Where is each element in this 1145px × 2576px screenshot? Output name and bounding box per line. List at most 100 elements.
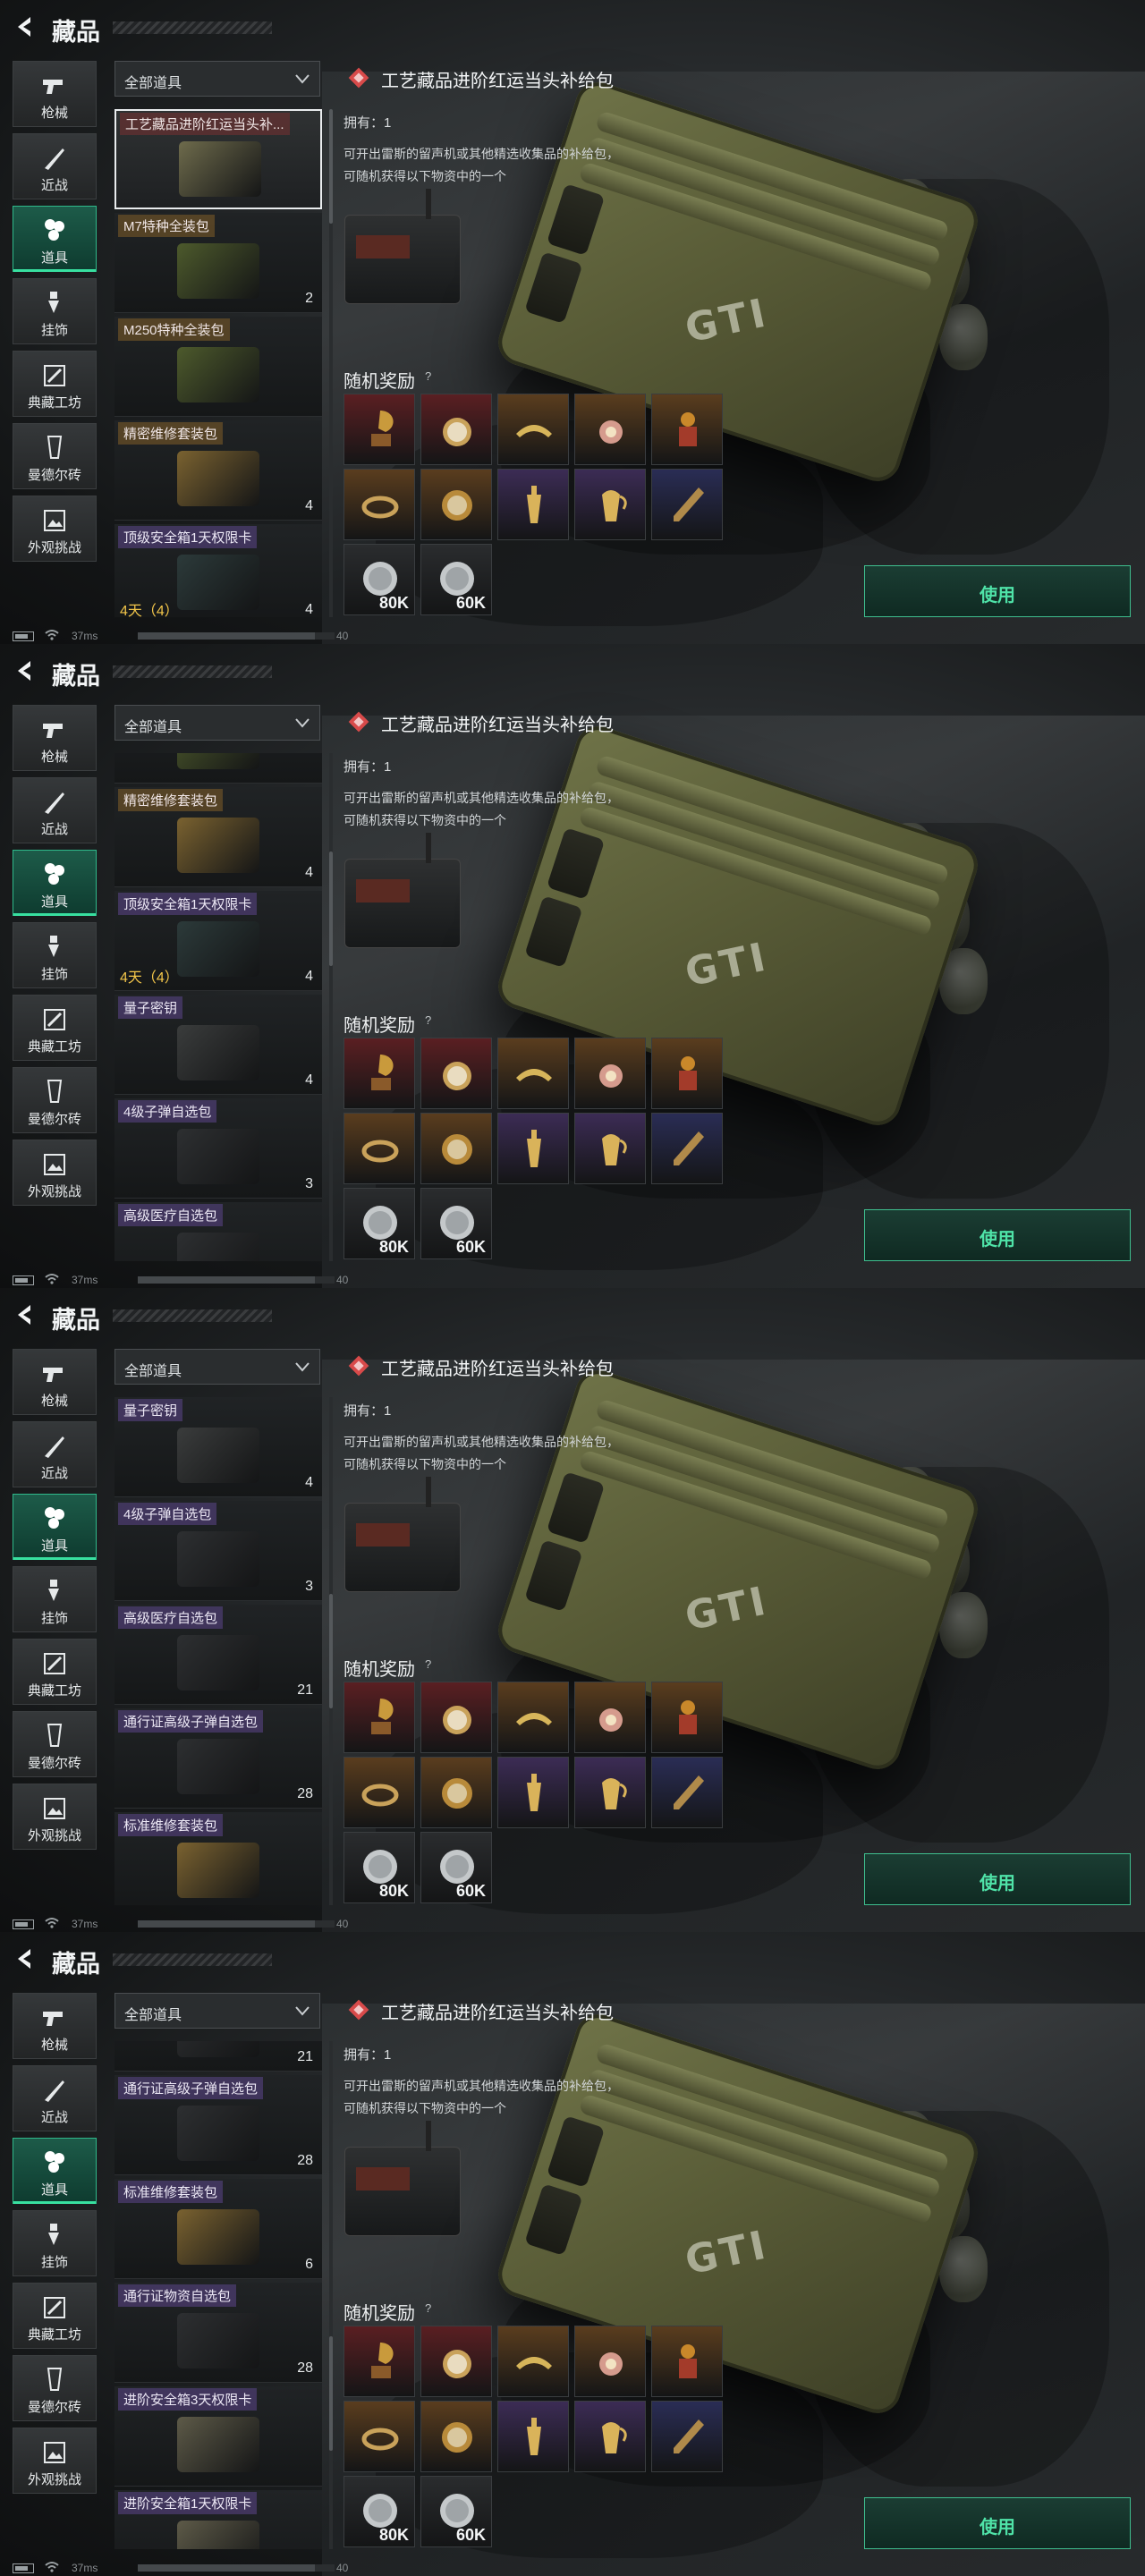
help-icon[interactable]: ? — [425, 1657, 431, 1671]
reward-item[interactable]: 60K — [420, 1832, 492, 1903]
reward-item[interactable] — [497, 1113, 569, 1184]
sidebar-item-knife[interactable]: 近战 — [13, 133, 97, 199]
sidebar-item-charm[interactable]: 挂饰 — [13, 922, 97, 988]
help-icon[interactable]: ? — [425, 2301, 431, 2315]
reward-item[interactable] — [651, 469, 723, 540]
reward-item[interactable] — [497, 2326, 569, 2397]
sidebar-item-mandel-brick[interactable]: 曼德尔砖 — [13, 1067, 97, 1133]
reward-item[interactable] — [497, 394, 569, 465]
back-arrow-icon[interactable] — [13, 658, 38, 683]
list-item[interactable]: 标准维修套装包 6 — [114, 2179, 322, 2279]
sidebar-item-mandel-brick[interactable]: 曼德尔砖 — [13, 1711, 97, 1777]
sidebar-item-appearance-challenge[interactable]: 外观挑战 — [13, 1140, 97, 1206]
list-item[interactable]: 21 — [114, 2041, 322, 2072]
list-item[interactable]: 进阶安全箱1天权限卡 — [114, 2490, 322, 2549]
sidebar-item-gun[interactable]: 枪械 — [13, 1349, 97, 1415]
reward-item[interactable] — [574, 2401, 646, 2472]
sidebar-item-gun[interactable]: 枪械 — [13, 61, 97, 127]
use-button[interactable]: 使用 — [864, 565, 1131, 617]
sidebar-item-charm[interactable]: 挂饰 — [13, 2210, 97, 2276]
list-item[interactable]: 标准维修套装包 — [114, 1812, 322, 1905]
item-filter-dropdown[interactable]: 全部道具 — [114, 705, 320, 741]
reward-item[interactable] — [497, 1682, 569, 1753]
use-button[interactable]: 使用 — [864, 1853, 1131, 1905]
sidebar-item-workshop[interactable]: 典藏工坊 — [13, 2283, 97, 2349]
list-item[interactable]: 高级医疗自选包 21 — [114, 1605, 322, 1705]
reward-item[interactable] — [651, 1113, 723, 1184]
reward-item[interactable]: 80K — [344, 2476, 415, 2547]
reward-item[interactable] — [420, 1682, 492, 1753]
reward-item[interactable]: 80K — [344, 1832, 415, 1903]
reward-item[interactable]: 80K — [344, 1188, 415, 1259]
reward-item[interactable] — [344, 2401, 415, 2472]
reward-item[interactable] — [574, 1038, 646, 1109]
reward-item[interactable] — [344, 469, 415, 540]
list-item[interactable]: 顶级安全箱1天权限卡 4 4天（4） — [114, 891, 322, 991]
list-item[interactable]: 4级子弹自选包 3 — [114, 1098, 322, 1199]
sidebar-item-workshop[interactable]: 典藏工坊 — [13, 351, 97, 417]
sidebar-item-knife[interactable]: 近战 — [13, 2065, 97, 2131]
list-scrollbar[interactable] — [329, 109, 333, 224]
reward-item[interactable] — [420, 394, 492, 465]
reward-item[interactable] — [420, 1113, 492, 1184]
reward-item[interactable] — [497, 2401, 569, 2472]
reward-item[interactable] — [344, 1682, 415, 1753]
sidebar-item-charm[interactable]: 挂饰 — [13, 278, 97, 344]
reward-item[interactable] — [420, 1038, 492, 1109]
reward-item[interactable] — [420, 469, 492, 540]
sidebar-item-mandel-brick[interactable]: 曼德尔砖 — [13, 2355, 97, 2421]
list-item[interactable]: M250特种全装包 — [114, 317, 322, 417]
reward-item[interactable] — [651, 2401, 723, 2472]
sidebar-item-items[interactable]: 道具 — [13, 2138, 97, 2204]
reward-item[interactable] — [497, 1038, 569, 1109]
list-item[interactable]: M7特种全装包 2 — [114, 213, 322, 313]
list-scrollbar[interactable] — [329, 852, 333, 966]
use-button[interactable]: 使用 — [864, 1209, 1131, 1261]
reward-item[interactable] — [420, 2401, 492, 2472]
reward-item[interactable]: 60K — [420, 544, 492, 615]
sidebar-item-knife[interactable]: 近战 — [13, 1421, 97, 1487]
reward-item[interactable] — [344, 1757, 415, 1828]
sidebar-item-appearance-challenge[interactable]: 外观挑战 — [13, 1784, 97, 1850]
list-item[interactable]: 量子密钥 4 — [114, 1397, 322, 1497]
sidebar-item-workshop[interactable]: 典藏工坊 — [13, 995, 97, 1061]
list-scrollbar[interactable] — [329, 2336, 333, 2451]
list-item[interactable]: 4级子弹自选包 3 — [114, 1501, 322, 1601]
reward-item[interactable] — [651, 1682, 723, 1753]
reward-item[interactable] — [651, 1038, 723, 1109]
reward-item[interactable] — [420, 2326, 492, 2397]
help-icon[interactable]: ? — [425, 1013, 431, 1027]
sidebar-item-knife[interactable]: 近战 — [13, 777, 97, 843]
sidebar-item-items[interactable]: 道具 — [13, 1494, 97, 1560]
sidebar-item-gun[interactable]: 枪械 — [13, 1993, 97, 2059]
use-button[interactable]: 使用 — [864, 2497, 1131, 2549]
reward-item[interactable]: 80K — [344, 544, 415, 615]
reward-item[interactable] — [420, 1757, 492, 1828]
list-item[interactable]: 进阶安全箱3天权限卡 — [114, 2386, 322, 2487]
reward-item[interactable] — [651, 1757, 723, 1828]
sidebar-item-appearance-challenge[interactable]: 外观挑战 — [13, 2428, 97, 2494]
reward-item[interactable] — [574, 1682, 646, 1753]
reward-item[interactable] — [344, 2326, 415, 2397]
item-filter-dropdown[interactable]: 全部道具 — [114, 1993, 320, 2029]
list-scrollbar[interactable] — [329, 1594, 333, 1708]
reward-item[interactable] — [344, 394, 415, 465]
reward-item[interactable]: 60K — [420, 1188, 492, 1259]
item-filter-dropdown[interactable]: 全部道具 — [114, 1349, 320, 1385]
reward-item[interactable] — [497, 469, 569, 540]
sidebar-item-workshop[interactable]: 典藏工坊 — [13, 1639, 97, 1705]
back-arrow-icon[interactable] — [13, 1302, 38, 1327]
reward-item[interactable] — [574, 1113, 646, 1184]
reward-item[interactable] — [574, 2326, 646, 2397]
list-item[interactable]: 通行证物资自选包 28 — [114, 2283, 322, 2383]
reward-item[interactable] — [651, 2326, 723, 2397]
back-arrow-icon[interactable] — [13, 14, 38, 39]
sidebar-item-appearance-challenge[interactable]: 外观挑战 — [13, 496, 97, 562]
reward-item[interactable] — [574, 394, 646, 465]
list-item[interactable]: 精密维修套装包 4 — [114, 787, 322, 887]
item-filter-dropdown[interactable]: 全部道具 — [114, 61, 320, 97]
reward-item[interactable]: 60K — [420, 2476, 492, 2547]
sidebar-item-gun[interactable]: 枪械 — [13, 705, 97, 771]
sidebar-item-items[interactable]: 道具 — [13, 206, 97, 272]
reward-item[interactable] — [344, 1038, 415, 1109]
